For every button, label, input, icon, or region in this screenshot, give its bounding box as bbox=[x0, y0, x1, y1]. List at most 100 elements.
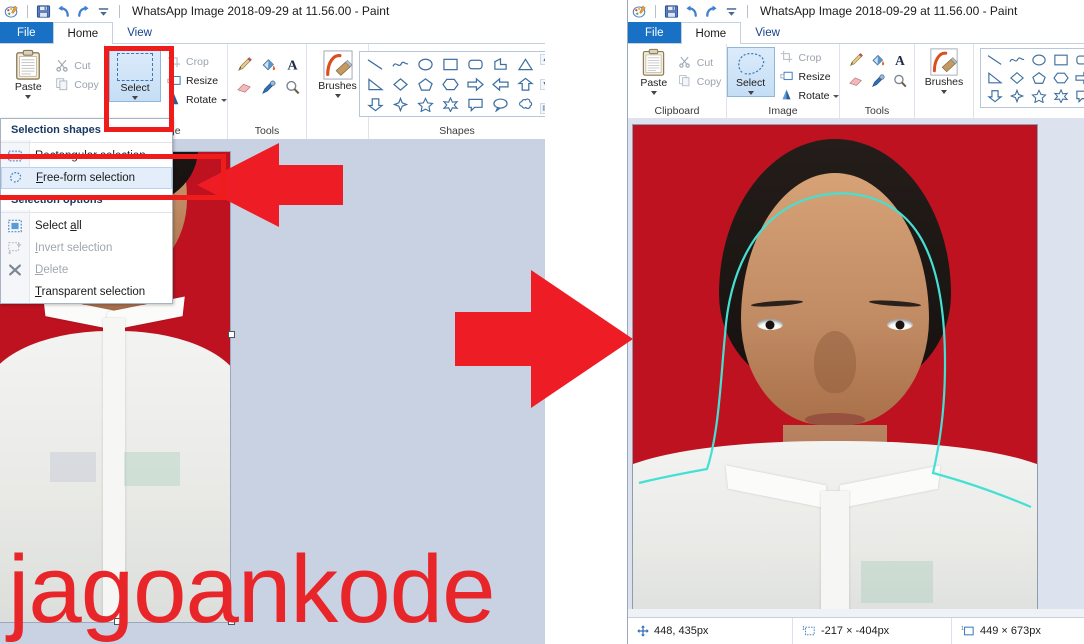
tab-view-left[interactable]: View bbox=[113, 22, 166, 43]
brushes-label-right: Brushes bbox=[924, 76, 964, 88]
tab-home-left[interactable]: Home bbox=[52, 22, 114, 44]
customize-qat-icon[interactable] bbox=[724, 4, 739, 19]
text-icon[interactable]: A bbox=[892, 52, 907, 68]
menu-item-delete[interactable]: Delete bbox=[1, 259, 172, 281]
resize-button-right[interactable]: Resize bbox=[779, 67, 840, 86]
copy-button-left[interactable]: Copy bbox=[55, 75, 99, 94]
redo-icon[interactable] bbox=[76, 4, 91, 19]
svg-text:A: A bbox=[895, 53, 905, 68]
shape-polygon-icon bbox=[494, 57, 507, 70]
eraser-icon[interactable] bbox=[236, 79, 251, 94]
ribbon-group-label-image-right: Image bbox=[768, 105, 798, 117]
shape-rounded-callout-icon bbox=[468, 98, 483, 112]
magnifier-icon[interactable] bbox=[892, 73, 907, 88]
tab-view-right[interactable]: View bbox=[741, 22, 794, 43]
cut-button-right[interactable]: Cut bbox=[678, 53, 722, 72]
brushes-dropdown-caret-right[interactable] bbox=[941, 90, 947, 94]
rotate-button-left[interactable]: Rotate bbox=[167, 90, 227, 109]
shapes-gallery-left[interactable]: ▲ ▼ ▤ bbox=[359, 51, 545, 117]
shape-line-icon bbox=[987, 55, 1002, 65]
shape-right-arrow-icon bbox=[1075, 71, 1084, 85]
fill-icon[interactable] bbox=[260, 56, 275, 71]
ribbon-group-label-tools-left: Tools bbox=[254, 125, 280, 137]
tools-grid-right[interactable]: A bbox=[844, 49, 910, 91]
shape-six-point-star-icon bbox=[1053, 89, 1069, 103]
cut-button-left[interactable]: Cut bbox=[55, 56, 99, 75]
shapes-grid-right[interactable] bbox=[984, 51, 1084, 105]
tab-home-right[interactable]: Home bbox=[680, 22, 742, 44]
photo-after bbox=[633, 125, 1037, 635]
ribbon-right: Paste Cut Copy Clipboard Select Crop Res… bbox=[628, 44, 1084, 120]
save-icon[interactable] bbox=[664, 4, 679, 19]
rotate-icon bbox=[780, 88, 795, 103]
ribbon-tabs-right[interactable]: File Home View bbox=[628, 22, 1084, 44]
paste-dropdown-caret-right[interactable] bbox=[650, 91, 657, 95]
shapes-grid-left[interactable] bbox=[363, 54, 538, 114]
shapes-scroll-up-icon[interactable]: ▲ bbox=[540, 54, 545, 65]
tab-file-left[interactable]: File bbox=[0, 22, 53, 43]
select-dropdown-caret-right[interactable] bbox=[747, 91, 754, 95]
paste-dropdown-caret-left[interactable] bbox=[25, 95, 32, 99]
paint-app-icon[interactable] bbox=[4, 4, 19, 19]
shape-down-arrow-icon bbox=[367, 97, 384, 111]
copy-button-right[interactable]: Copy bbox=[678, 72, 721, 91]
ribbon-group-tools-right: A Tools bbox=[840, 44, 915, 119]
color-picker-icon[interactable] bbox=[870, 73, 885, 88]
canvas-handle-right[interactable] bbox=[228, 331, 235, 338]
shapes-scroll-down-icon[interactable]: ▼ bbox=[540, 78, 545, 90]
menu-label-select-all: Select all bbox=[35, 220, 82, 232]
selection-size-icon: 1 bbox=[802, 626, 815, 636]
quick-access-toolbar-right[interactable] bbox=[628, 4, 751, 19]
select-all-icon bbox=[1, 218, 29, 234]
brushes-dropdown-caret-left[interactable] bbox=[334, 94, 341, 98]
image-size-icon: 1 bbox=[961, 626, 974, 636]
shape-diamond-icon bbox=[1010, 72, 1024, 84]
color-picker-icon[interactable] bbox=[260, 79, 275, 94]
paste-button-right[interactable]: Paste bbox=[633, 48, 675, 95]
status-selection-size: 1 -217 × -404px bbox=[793, 618, 952, 644]
crop-button-right[interactable]: Crop bbox=[780, 48, 840, 67]
shape-five-point-star-icon bbox=[417, 96, 434, 112]
crop-icon bbox=[780, 50, 795, 65]
pencil-icon[interactable] bbox=[236, 56, 252, 71]
resize-button-left[interactable]: Resize bbox=[167, 71, 227, 90]
brushes-button-right[interactable]: Brushes bbox=[920, 48, 968, 94]
quick-access-toolbar-left[interactable] bbox=[0, 4, 123, 19]
select-button-right[interactable]: Select bbox=[726, 47, 775, 97]
shape-oval-callout-icon bbox=[493, 97, 508, 112]
ribbon-group-label-shapes-left: Shapes bbox=[439, 125, 475, 137]
save-icon[interactable] bbox=[36, 4, 51, 19]
ribbon-group-clipboard-right: Paste Cut Copy Clipboard bbox=[628, 44, 727, 119]
text-icon[interactable]: A bbox=[284, 56, 299, 73]
ribbon-group-image-right: Select Crop Resize Rotate Image bbox=[726, 44, 840, 119]
shapes-scroll-buttons-left[interactable]: ▲ ▼ ▤ bbox=[540, 54, 545, 114]
paint-app-icon[interactable] bbox=[632, 4, 647, 19]
tab-file-right[interactable]: File bbox=[628, 22, 681, 43]
shapes-gallery-right[interactable] bbox=[980, 48, 1084, 108]
pencil-icon[interactable] bbox=[848, 52, 863, 67]
eraser-icon[interactable] bbox=[848, 73, 863, 88]
canvas-workspace-right[interactable] bbox=[628, 118, 1084, 636]
undo-icon[interactable] bbox=[56, 4, 71, 19]
redo-icon[interactable] bbox=[704, 4, 719, 19]
svg-text:1: 1 bbox=[802, 626, 805, 632]
ribbon-tabs-left[interactable]: File Home View bbox=[0, 22, 545, 44]
menu-item-invert-selection[interactable]: Invert selection bbox=[1, 237, 172, 259]
crop-button-left[interactable]: Crop bbox=[167, 52, 227, 71]
fill-icon[interactable] bbox=[870, 52, 885, 67]
image-canvas-right[interactable] bbox=[632, 124, 1038, 636]
copy-icon bbox=[55, 77, 70, 92]
undo-icon[interactable] bbox=[684, 4, 699, 19]
menu-item-select-all[interactable]: Select all bbox=[1, 215, 172, 237]
crop-label-left: Crop bbox=[186, 55, 209, 68]
tools-grid-left[interactable]: A bbox=[231, 52, 303, 98]
shapes-expand-icon[interactable]: ▤ bbox=[540, 103, 545, 114]
paste-button-left[interactable]: Paste bbox=[5, 49, 51, 99]
rotate-button-right[interactable]: Rotate bbox=[780, 86, 840, 105]
customize-qat-icon[interactable] bbox=[96, 4, 111, 19]
status-image-size: 1 449 × 673px bbox=[952, 618, 1084, 644]
menu-label-delete: Delete bbox=[35, 264, 69, 276]
select-dropdown-menu[interactable]: Selection shapes Rectangular selection F… bbox=[0, 118, 173, 304]
menu-item-transparent-selection[interactable]: Transparent selection bbox=[1, 281, 172, 303]
magnifier-icon[interactable] bbox=[284, 79, 299, 95]
